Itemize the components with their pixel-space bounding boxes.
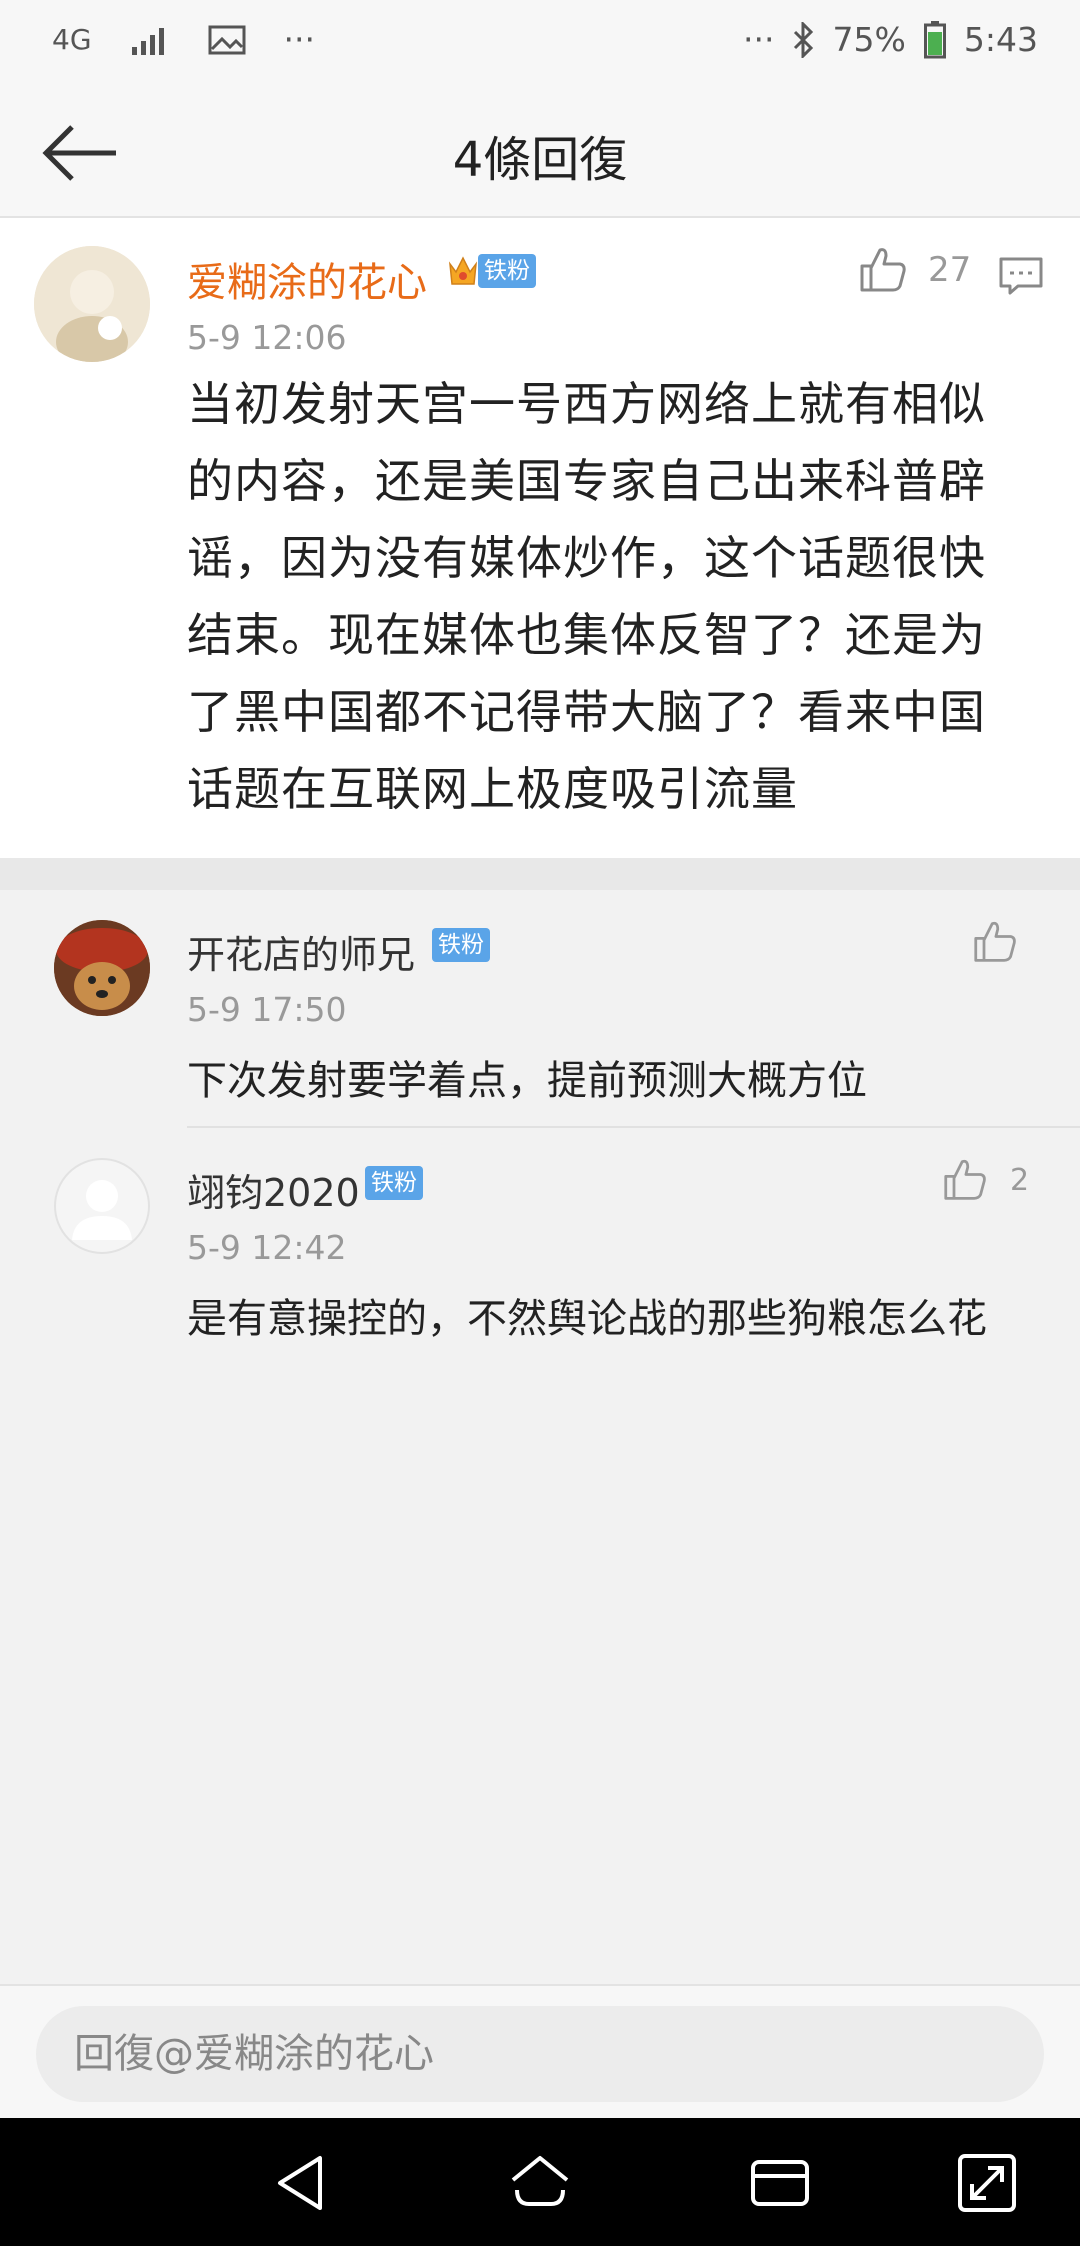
- comment-time: 5-9 12:06: [187, 318, 347, 357]
- divider: [187, 1126, 1080, 1128]
- username[interactable]: 爱糊涂的花心: [187, 250, 427, 308]
- like-button[interactable]: 27: [858, 246, 971, 294]
- reply-item: 翊钧2020 铁粉 5-9 12:42 2 是有意操控的，不然舆论战的那些狗粮怎…: [0, 1130, 1080, 1370]
- thumbs-up-icon: [944, 1159, 986, 1200]
- more-status: ···: [743, 20, 775, 59]
- main-comment: 爱糊涂的花心 铁粉 5-9 12:06 27 当初发射天宫一号西方网络上就有相似…: [0, 218, 1080, 858]
- system-nav-bar: [0, 2118, 1080, 2246]
- like-button[interactable]: 2: [942, 1158, 1029, 1202]
- bluetooth-icon: [793, 21, 813, 58]
- username[interactable]: 翊钧2020: [187, 1162, 360, 1217]
- network-type-label: 4G: [52, 23, 92, 56]
- crown-icon: [448, 256, 478, 285]
- page-header: 4條回復: [0, 90, 1080, 218]
- fan-badge: 铁粉: [365, 1166, 423, 1200]
- section-divider: [0, 858, 1080, 890]
- reply-time: 5-9 17:50: [187, 990, 347, 1029]
- nav-back-icon[interactable]: [268, 2148, 338, 2218]
- avatar[interactable]: [54, 920, 150, 1016]
- image-notification-icon: [208, 25, 246, 54]
- reply-time: 5-9 12:42: [187, 1228, 347, 1267]
- thumbs-up-icon: [974, 921, 1016, 962]
- default-user-icon: [72, 1180, 132, 1240]
- battery-percent: 75%: [832, 20, 906, 59]
- nav-expand-icon[interactable]: [952, 2148, 1022, 2218]
- battery-icon: [923, 20, 946, 58]
- comment-text: 当初发射天宫一号西方网络上就有相似的内容，还是美国专家自己出来科普辟谣，因为没有…: [187, 377, 986, 816]
- nav-recents-icon[interactable]: [745, 2148, 815, 2218]
- fan-badge: 铁粉: [478, 254, 536, 288]
- reply-bar: 回復@爱糊涂的花心: [0, 1984, 1080, 2120]
- more-notifications: ···: [283, 20, 315, 59]
- username[interactable]: 开花店的师兄: [187, 924, 415, 979]
- status-bar: 4G ··· ··· 75% 5:43: [0, 0, 1080, 90]
- fan-badge: 铁粉: [432, 928, 490, 962]
- reply-item: 开花店的师兄 铁粉 5-9 17:50 下次发射要学着点，提前预测大概方位: [0, 890, 1080, 1130]
- like-count: 27: [928, 250, 972, 290]
- like-count: 2: [1010, 1162, 1030, 1198]
- thumbs-up-icon: [860, 248, 906, 292]
- like-button[interactable]: [972, 920, 1040, 964]
- signal-icon: [131, 27, 164, 55]
- avatar[interactable]: [34, 246, 150, 362]
- crown-badge: 铁粉: [448, 254, 536, 288]
- reply-input[interactable]: 回復@爱糊涂的花心: [36, 2006, 1044, 2102]
- reply-text: 下次发射要学着点，提前预测大概方位: [187, 1058, 867, 1104]
- reply-text: 是有意操控的，不然舆论战的那些狗粮怎么花: [187, 1296, 987, 1342]
- page-title: 4條回復: [452, 132, 628, 188]
- avatar-image: [34, 246, 150, 362]
- nav-home-icon[interactable]: [505, 2148, 575, 2218]
- avatar-image: [54, 920, 150, 1016]
- clock: 5:43: [963, 20, 1038, 59]
- avatar[interactable]: [54, 1158, 150, 1254]
- comment-icon[interactable]: [998, 256, 1044, 296]
